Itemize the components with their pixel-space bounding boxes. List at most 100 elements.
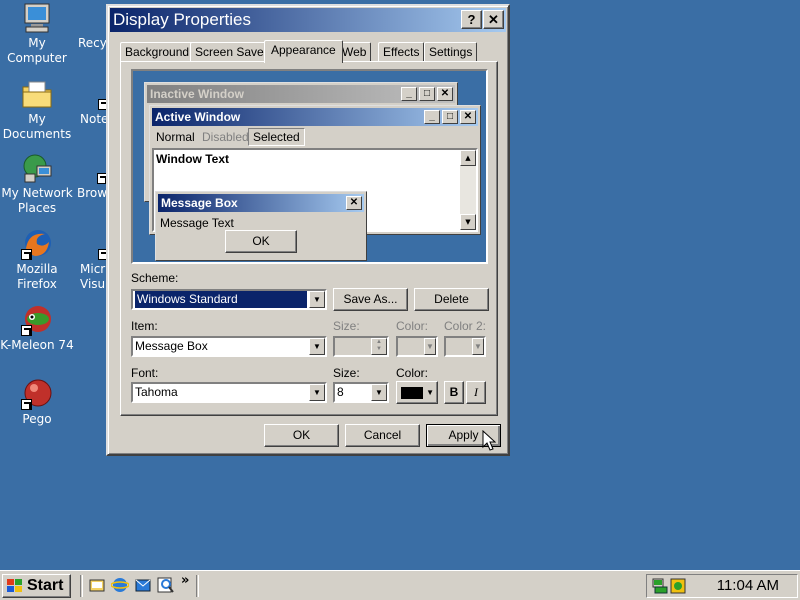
item-size-label: Size: (333, 319, 360, 333)
help-button[interactable]: ? (461, 10, 482, 29)
font-size-select[interactable]: 8 ▼ (333, 382, 389, 403)
network-icon (21, 152, 53, 184)
taskbar-separator (196, 575, 199, 597)
mouse-cursor-icon (482, 430, 496, 451)
font-color-label: Color: (396, 366, 429, 380)
desktop-icon-label: My Computer (7, 36, 67, 65)
item-select[interactable]: Message Box ▼ (131, 336, 327, 357)
dropdown-arrow-icon: ▼ (424, 338, 436, 355)
ok-button[interactable]: OK (264, 424, 339, 447)
italic-button[interactable]: I (466, 381, 486, 404)
dropdown-arrow-icon: ▼ (309, 384, 325, 401)
bold-button[interactable]: B (444, 381, 464, 404)
preview-active-title: Active Window (155, 110, 241, 124)
firefox-icon (21, 228, 53, 260)
preview-message-box: Message Box ✕ Message Text OK (155, 191, 367, 261)
maximize-icon: □ (419, 87, 435, 101)
taskbar: Start » 11:04 AM (0, 570, 800, 600)
font-label: Font: (131, 366, 159, 380)
close-icon: ✕ (437, 87, 453, 101)
network-tray-icon[interactable] (651, 577, 669, 595)
preview-msgbox-titlebar: Message Box ✕ (158, 194, 364, 212)
antivirus-tray-icon[interactable] (669, 577, 687, 595)
quick-launch-chevron-icon[interactable]: » (181, 573, 189, 588)
preview-inactive-title: Inactive Window (150, 87, 244, 101)
k-meleon-icon (21, 304, 53, 336)
minimize-icon: _ (424, 110, 440, 124)
color-swatch (401, 387, 423, 399)
scroll-up-icon: ▲ (460, 150, 476, 166)
computer-icon (21, 2, 53, 34)
font-select[interactable]: Tahoma ▼ (131, 382, 327, 403)
dropdown-arrow-icon: ▼ (426, 388, 434, 397)
preview-msgbox-text: Message Text (160, 216, 234, 230)
show-desktop-icon[interactable] (88, 576, 106, 594)
item-size-spinner: ▲ ▼ (333, 336, 389, 357)
close-icon: ✕ (346, 196, 362, 210)
item-color-label: Color: (396, 319, 429, 333)
item-label: Item: (131, 319, 158, 333)
tab-screen-saver[interactable]: Screen Saver (190, 42, 273, 62)
desktop-icon-label: My Documents (2, 112, 72, 141)
minimize-icon: _ (401, 87, 417, 101)
start-button[interactable]: Start (2, 574, 71, 598)
desktop-icon-k-meleon[interactable]: K-Meleon 74 (0, 304, 74, 353)
scheme-select-value: Windows Standard (135, 291, 307, 308)
font-color-picker[interactable]: ▼ (396, 381, 438, 404)
scheme-label: Scheme: (131, 271, 179, 285)
appearance-preview[interactable]: Inactive Window _ □ ✕ Active Window _ □ … (131, 69, 488, 264)
tab-background[interactable]: Background (120, 42, 195, 62)
desktop-icon-pego[interactable]: Pego (0, 378, 74, 427)
start-label: Start (27, 577, 64, 594)
dropdown-arrow-icon: ▼ (309, 291, 325, 308)
spinner-arrows-icon: ▲ ▼ (371, 338, 387, 355)
desktop-icon-my-network-places[interactable]: My Network Places (0, 152, 74, 216)
folder-icon (21, 78, 53, 110)
font-select-value: Tahoma (135, 385, 178, 399)
dialog-titlebar[interactable]: Display Properties ? ✕ (110, 8, 506, 32)
taskbar-separator (80, 575, 83, 597)
preview-menu-selected: Selected (248, 128, 305, 146)
shortcut-arrow-icon (21, 325, 32, 336)
windows-logo-icon (7, 579, 22, 592)
clock[interactable]: 11:04 AM (717, 575, 779, 597)
dropdown-arrow-icon: ▼ (371, 384, 387, 401)
font-size-value: 8 (337, 385, 344, 399)
outlook-express-icon[interactable] (134, 576, 152, 594)
dialog-title: Display Properties (113, 10, 251, 29)
save-as-button[interactable]: Save As... (333, 288, 408, 311)
item-color-picker: ▼ (396, 336, 438, 357)
preview-ok-button: OK (225, 230, 297, 253)
display-properties-dialog: Display Properties ? ✕ Background Screen… (106, 4, 510, 456)
close-button[interactable]: ✕ (483, 10, 504, 29)
desktop-icon-mozilla-firefox[interactable]: Mozilla Firefox (0, 228, 74, 292)
desktop-icon-my-documents[interactable]: My Documents (0, 78, 74, 142)
delete-button[interactable]: Delete (414, 288, 489, 311)
preview-inactive-titlebar: Inactive Window _ □ ✕ (147, 85, 455, 103)
maximize-icon: □ (442, 110, 458, 124)
scheme-select[interactable]: Windows Standard ▼ (131, 289, 327, 310)
search-icon[interactable] (157, 576, 175, 594)
desktop-icon-my-computer[interactable]: My Computer (0, 2, 74, 66)
tab-effects[interactable]: Effects (378, 42, 425, 62)
desktop-icon-label: K-Meleon 74 (0, 338, 74, 352)
item-color2-label: Color 2: (444, 319, 487, 333)
preview-msgbox-title: Message Box (161, 196, 238, 210)
preview-menu-disabled: Disabled (202, 130, 249, 144)
desktop-icon-label: Mozilla Firefox (16, 262, 58, 291)
internet-explorer-icon[interactable] (111, 576, 129, 594)
preview-active-titlebar: Active Window _ □ ✕ (152, 108, 478, 126)
preview-menu-normal: Normal (156, 130, 195, 144)
dropdown-arrow-icon: ▼ (472, 338, 484, 355)
system-tray: 11:04 AM (646, 574, 798, 598)
dropdown-arrow-icon: ▼ (309, 338, 325, 355)
close-icon: ✕ (460, 110, 476, 124)
tab-appearance[interactable]: Appearance (264, 40, 343, 63)
cancel-button[interactable]: Cancel (345, 424, 420, 447)
item-select-value: Message Box (135, 339, 208, 353)
preview-scrollbar: ▲ ▼ (460, 150, 476, 230)
tab-settings[interactable]: Settings (424, 42, 478, 62)
preview-window-text: Window Text (156, 152, 229, 166)
scroll-down-icon: ▼ (460, 214, 476, 230)
shortcut-arrow-icon (21, 249, 32, 260)
